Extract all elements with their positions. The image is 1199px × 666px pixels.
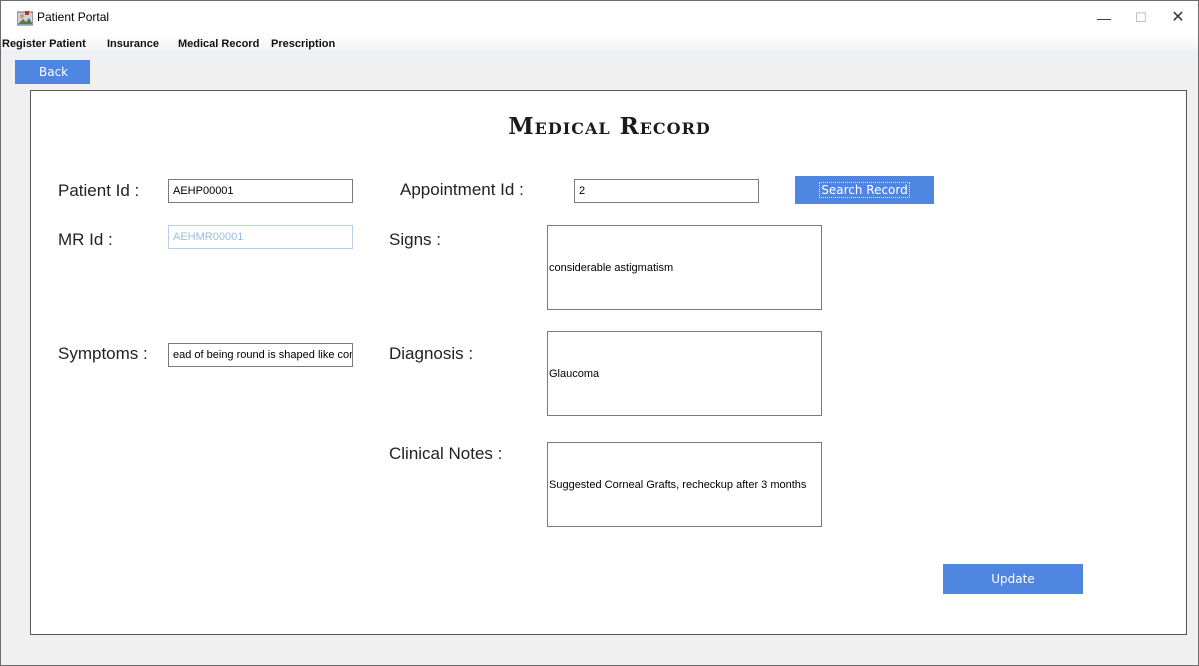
symptoms-input[interactable]: ead of being round is shaped like cone bbox=[168, 343, 353, 367]
signs-textarea[interactable]: considerable astigmatism bbox=[547, 225, 822, 310]
update-button[interactable]: Update bbox=[943, 564, 1083, 594]
signs-label: Signs : bbox=[389, 230, 441, 249]
diagnosis-textarea[interactable]: Glaucoma bbox=[547, 331, 822, 416]
signs-text: considerable astigmatism bbox=[549, 261, 674, 274]
menu-register-patient[interactable]: Register Patient bbox=[2, 38, 86, 50]
diagnosis-label: Diagnosis : bbox=[389, 344, 474, 363]
app-window: Patient Portal — ☐ ✕ Register Patient In… bbox=[0, 0, 1199, 666]
minimize-icon[interactable]: — bbox=[1087, 7, 1121, 29]
appointment-id-label: Appointment Id : bbox=[400, 180, 524, 199]
window-title: Patient Portal bbox=[37, 10, 110, 24]
search-record-button[interactable]: Search Record bbox=[795, 176, 934, 204]
appointment-id-input[interactable]: 2 bbox=[574, 179, 759, 203]
mr-id-input: AEHMR00001 bbox=[168, 225, 353, 249]
diagnosis-text: Glaucoma bbox=[549, 367, 600, 380]
close-icon[interactable]: ✕ bbox=[1161, 7, 1195, 29]
clinical-notes-label: Clinical Notes : bbox=[389, 444, 503, 463]
patient-id-input[interactable]: AEHP00001 bbox=[168, 179, 353, 203]
maximize-icon[interactable]: ☐ bbox=[1124, 7, 1158, 29]
title-bar: Patient Portal — ☐ ✕ bbox=[1, 1, 1198, 35]
back-button[interactable]: Back bbox=[15, 60, 90, 84]
patient-id-label: Patient Id : bbox=[58, 181, 140, 200]
symptoms-label: Symptoms : bbox=[58, 344, 148, 363]
menu-bar: Register Patient Insurance Medical Recor… bbox=[1, 35, 1198, 55]
menu-medical-record[interactable]: Medical Record bbox=[178, 38, 259, 50]
menu-insurance[interactable]: Insurance bbox=[107, 38, 159, 50]
clinical-notes-text: Suggested Corneal Grafts, recheckup afte… bbox=[549, 478, 807, 491]
menu-prescription[interactable]: Prescription bbox=[271, 38, 335, 50]
mr-id-label: MR Id : bbox=[58, 230, 113, 249]
search-record-label: Search Record bbox=[819, 182, 910, 198]
page-title: Medical Record bbox=[508, 113, 711, 140]
app-icon bbox=[17, 11, 33, 26]
clinical-notes-textarea[interactable]: Suggested Corneal Grafts, recheckup afte… bbox=[547, 442, 822, 527]
medical-record-panel: Medical Record Patient Id : AEHP00001 Ap… bbox=[30, 90, 1187, 635]
